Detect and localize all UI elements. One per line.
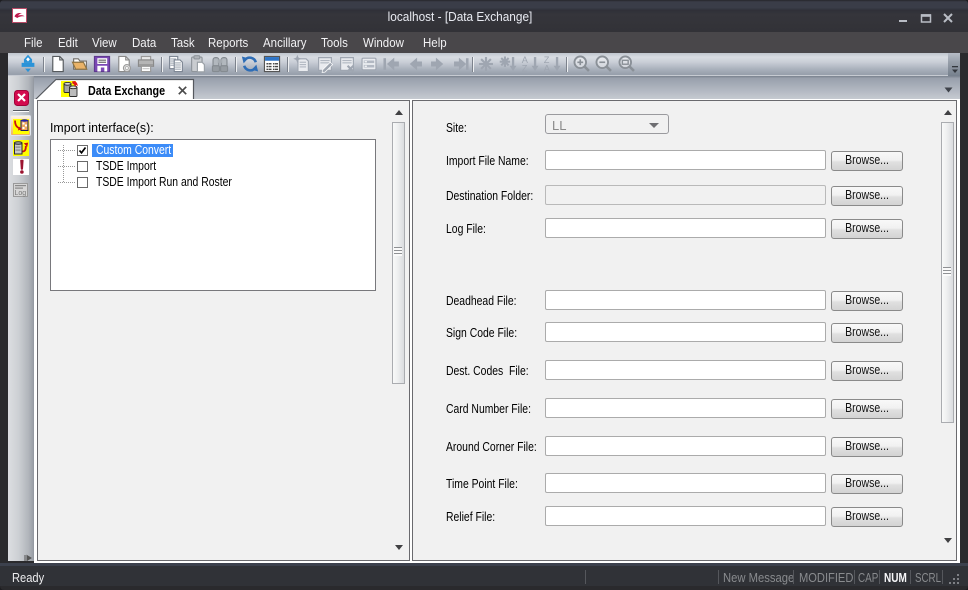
svg-text:Z: Z [522,64,528,74]
svg-text:Log: Log [15,190,27,197]
svg-text:A: A [543,64,550,74]
